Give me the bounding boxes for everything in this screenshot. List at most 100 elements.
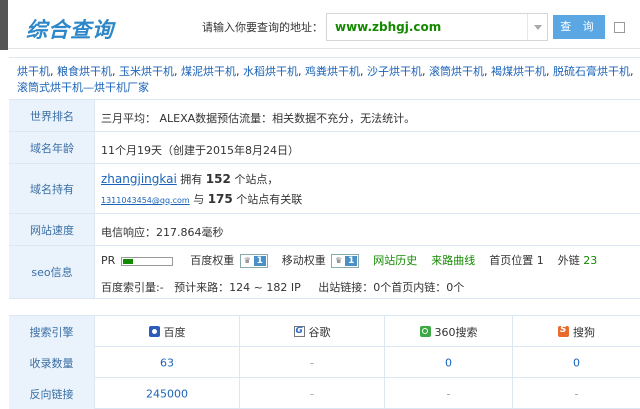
owner-name-link[interactable]: zhangjingkai	[101, 172, 177, 186]
mobile-weight-value: 1	[345, 256, 358, 266]
sogou-icon	[558, 325, 569, 337]
keyword-link[interactable]: 粮食烘干机	[57, 65, 112, 78]
row-domain-age: 域名年龄 11个月19天（创建于2015年8月24日）	[9, 132, 640, 164]
360-icon	[419, 325, 431, 337]
label-cell: seo信息	[9, 246, 95, 298]
search-box	[326, 13, 548, 41]
row-label: 收录数量	[29, 356, 74, 370]
row-label: 世界排名	[30, 109, 74, 123]
row-label-cell: 反向链接	[9, 378, 95, 409]
seo-line-1: PR 百度权重 ♛ 1 移动权重 ♛ 1 网站历史 来路曲线 首页位置 1 外链…	[101, 252, 597, 268]
google-icon	[293, 325, 305, 337]
engine-name: 谷歌	[308, 325, 331, 339]
row-label: 域名持有	[30, 182, 74, 196]
label-cell: 世界排名	[9, 100, 95, 131]
cell-value[interactable]: 63	[95, 356, 239, 369]
home-position-label: 首页位置	[489, 254, 534, 267]
keyword-link[interactable]: 脱硫石膏烘干机	[553, 65, 630, 78]
cell-value: -	[574, 387, 579, 400]
header-label: 搜索引擎	[29, 325, 74, 339]
table-cell: -	[385, 378, 513, 409]
pr-bar-fill	[122, 258, 133, 264]
seo-line-2: 百度索引量:- 预计来路：124 ~ 182 IP 出站链接：0个首页内链：0个	[101, 281, 465, 294]
keyword-link[interactable]: 沙子烘干机	[367, 65, 422, 78]
domain-info-table: 世界排名 三月平均： ALEXA数据预估流量：相关数据不充分，无法统计。 域名年…	[9, 99, 640, 299]
table-row: 反向链接 245000 - - -	[9, 378, 640, 409]
owner-email-link[interactable]: 1311043454@qq.com	[101, 196, 190, 205]
cell-value[interactable]: 0	[385, 356, 512, 369]
related-suffix: 个站点有关联	[236, 193, 303, 206]
header-label-cell: 搜索引擎	[9, 316, 95, 347]
keyword-link[interactable]: 玉米烘干机	[119, 65, 174, 78]
search-input[interactable]	[327, 14, 527, 40]
baidu-weight-badge[interactable]: ♛ 1	[239, 254, 268, 268]
baidu-weight-label: 百度权重	[190, 254, 235, 267]
keyword-link[interactable]: 鸡粪烘干机	[305, 65, 360, 78]
related-prefix: 与	[193, 193, 205, 206]
pr-bar	[120, 256, 173, 266]
engine-name: 360搜索	[434, 325, 478, 339]
left-accent-bar	[0, 0, 8, 50]
divider	[8, 48, 640, 49]
related-count: 175	[207, 192, 233, 206]
row-world-rank: 世界排名 三月平均： ALEXA数据预估流量：相关数据不充分，无法统计。	[9, 100, 640, 132]
option-checkbox[interactable]	[614, 22, 625, 33]
label-cell: 域名持有	[9, 164, 95, 213]
row-label: 域名年龄	[30, 141, 74, 155]
table-cell[interactable]: 63	[95, 347, 240, 378]
table-cell[interactable]: 0	[385, 347, 513, 378]
baidu-icon	[148, 325, 160, 337]
keyword-link[interactable]: 煤泥烘干机	[181, 65, 236, 78]
weight-icon: ♛	[335, 256, 343, 265]
engine-google-header: 谷歌	[240, 316, 385, 347]
keyword-link[interactable]: 滚筒烘干机	[429, 65, 484, 78]
page-title: 综合查询	[26, 18, 114, 42]
table-header-row: 搜索引擎 百度 谷歌 360搜索 搜狗	[9, 316, 640, 347]
traffic-curve-link[interactable]: 来路曲线	[431, 254, 475, 267]
keyword-link[interactable]: 滚筒式烘干机—烘干机厂家	[17, 81, 149, 94]
row-seo-info: seo信息 PR 百度权重 ♛ 1 移动权重 ♛ 1 网站历史 来路曲线 首页位…	[9, 246, 640, 299]
cell-value[interactable]: 0	[513, 356, 640, 369]
engine-name: 百度	[163, 325, 186, 339]
owns-count: 152	[205, 172, 231, 186]
owner-line-2: 1311043454@qq.com 与 175 个站点有关联	[101, 191, 302, 207]
keyword-link[interactable]: 水稻烘干机	[243, 65, 298, 78]
mobile-weight-badge[interactable]: ♛ 1	[331, 254, 360, 268]
table-cell: -	[240, 378, 385, 409]
outlinks-label: 外链	[557, 254, 580, 267]
row-domain-owner: 域名持有 zhangjingkai 拥有 152 个站点， 1311043454…	[9, 164, 640, 214]
owner-line-1: zhangjingkai 拥有 152 个站点，	[101, 171, 278, 187]
home-position-value: 1	[536, 254, 544, 267]
label-cell: 网站速度	[9, 214, 95, 245]
row-label-cell: 收录数量	[9, 347, 95, 378]
owns-prefix: 拥有	[180, 173, 203, 186]
table-row: 收录数量 63 - 0 0	[9, 347, 640, 378]
speed-value: 电信响应：217.864毫秒	[101, 226, 224, 239]
table-cell: -	[240, 347, 385, 378]
outlinks-value: 23	[583, 254, 598, 267]
rank-value: 三月平均： ALEXA数据预估流量：相关数据不充分，无法统计。	[101, 112, 416, 125]
label-cell: 域名年龄	[9, 132, 95, 163]
cell-value: -	[446, 387, 451, 400]
query-button[interactable]: 查 询	[553, 15, 605, 39]
cell-value[interactable]: 245000	[95, 387, 239, 400]
table-cell[interactable]: 0	[513, 347, 640, 378]
table-cell[interactable]: 245000	[95, 378, 240, 409]
keyword-line-2: 滚筒式烘干机—烘干机厂家	[17, 79, 149, 95]
row-label: 反向链接	[29, 387, 74, 401]
search-engine-table: 搜索引擎 百度 谷歌 360搜索 搜狗 收录数量 63 - 0 0 反向链接 2…	[9, 315, 640, 409]
age-value: 11个月19天（创建于2015年8月24日）	[101, 144, 299, 157]
keyword-link[interactable]: 褐煤烘干机	[491, 65, 546, 78]
chevron-down-icon[interactable]	[527, 14, 547, 40]
pr-label: PR	[101, 254, 116, 267]
engine-360-header: 360搜索	[385, 316, 513, 347]
owns-suffix: 个站点，	[234, 173, 279, 186]
header: 综合查询 请输入你要查询的地址： 查 询	[0, 0, 640, 50]
site-history-link[interactable]: 网站历史	[373, 254, 417, 267]
keyword-line-1: 烘干机, 粮食烘干机, 玉米烘干机, 煤泥烘干机, 水稻烘干机, 鸡粪烘干机, …	[17, 65, 634, 78]
keyword-link[interactable]: 烘干机	[17, 65, 50, 78]
engine-baidu-header: 百度	[95, 316, 240, 347]
search-prompt-label: 请输入你要查询的地址：	[202, 21, 323, 34]
engine-sogou-header: 搜狗	[513, 316, 640, 347]
table-cell: -	[513, 378, 640, 409]
